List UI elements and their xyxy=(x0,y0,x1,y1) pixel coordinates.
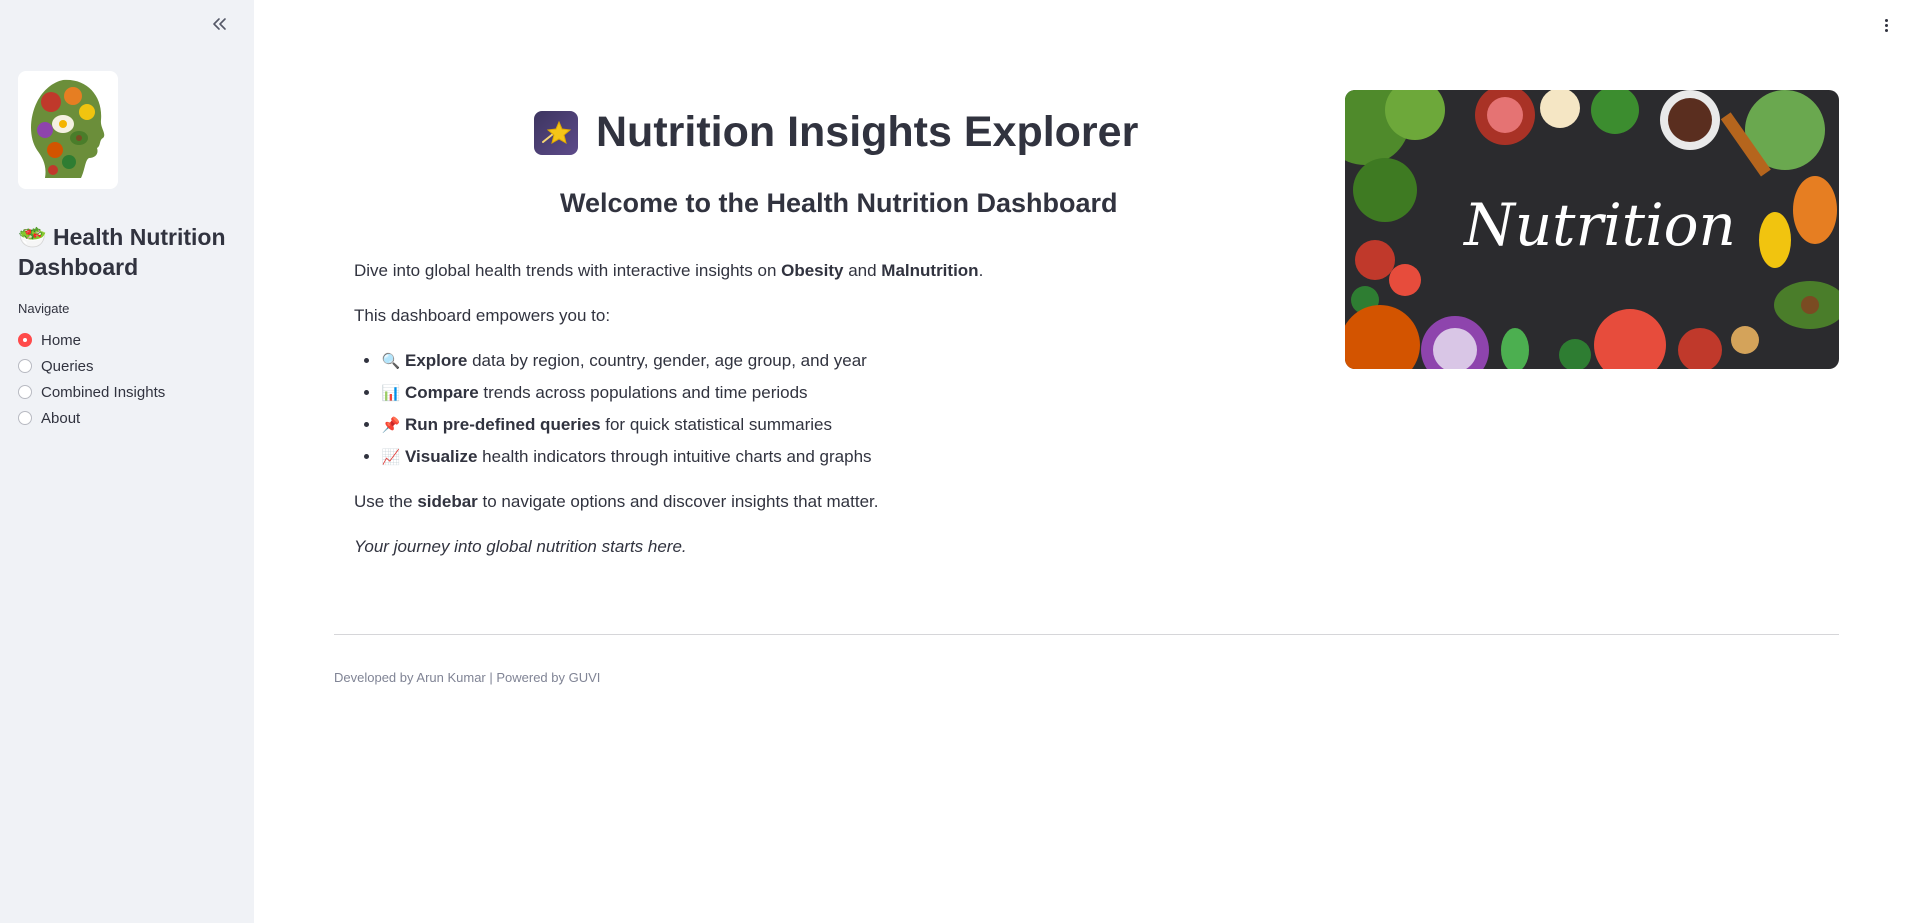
nav-item-label: Queries xyxy=(41,357,94,375)
nav-item-label: About xyxy=(41,409,81,427)
nav-item-combined-insights[interactable]: Combined Insights xyxy=(18,379,165,405)
feature-title: Run pre-defined queries xyxy=(405,415,601,434)
sidebar-hint-paragraph: Use the sidebar to navigate options and … xyxy=(354,489,1034,515)
trend-chart-icon: 📈 xyxy=(381,448,401,466)
footer-credit: Developed by Arun Kumar | Powered by GUV… xyxy=(334,670,601,685)
list-item: 📈Visualize health indicators through int… xyxy=(381,444,1034,470)
empower-paragraph: This dashboard empowers you to: xyxy=(354,306,611,325)
closing-paragraph: Your journey into global nutrition start… xyxy=(354,534,1034,560)
feature-title: Visualize xyxy=(405,447,478,466)
nav-item-queries[interactable]: Queries xyxy=(18,353,165,379)
navigation-radio-group: Home Queries Combined Insights About xyxy=(18,327,165,431)
list-item: 🔍Explore data by region, country, gender… xyxy=(381,348,1034,374)
kebab-dot-icon xyxy=(1884,23,1888,27)
feature-title: Explore xyxy=(405,351,468,370)
sidebar-logo xyxy=(18,71,118,189)
nav-item-label: Combined Insights xyxy=(41,383,166,401)
app-root: 🥗 Health Nutrition Dashboard Navigate Ho… xyxy=(0,0,1909,923)
page-title-text: Nutrition Insights Explorer xyxy=(596,108,1139,156)
collapse-sidebar-button[interactable] xyxy=(208,13,230,35)
nav-item-home[interactable]: Home xyxy=(18,327,165,353)
obesity-highlight: Obesity xyxy=(781,261,844,280)
pushpin-icon: 📌 xyxy=(381,416,401,434)
nav-item-label: Home xyxy=(41,331,82,349)
intro-text: and xyxy=(843,261,882,280)
feature-title: Compare xyxy=(405,383,479,402)
intro-text: Dive into global health trends with inte… xyxy=(354,261,782,280)
vegetables-frame-image: Nutrition xyxy=(1345,90,1839,369)
double-chevron-left-icon xyxy=(213,18,226,30)
hint-text: Use the xyxy=(354,492,418,511)
radio-unselected-icon[interactable] xyxy=(18,411,32,425)
radio-selected-icon[interactable] xyxy=(18,333,32,347)
hint-text: to navigate options and discover insight… xyxy=(477,492,879,511)
feature-text: for quick statistical summaries xyxy=(600,415,832,434)
malnutrition-highlight: Malnutrition xyxy=(881,261,979,280)
feature-text: health indicators through intuitive char… xyxy=(477,447,872,466)
kebab-dot-icon xyxy=(1884,18,1888,22)
intro-content: Dive into global health trends with inte… xyxy=(354,258,1034,579)
sidebar-title: 🥗 Health Nutrition Dashboard xyxy=(18,224,226,280)
list-item: 📌Run pre-defined queries for quick stati… xyxy=(381,412,1034,438)
radio-unselected-icon[interactable] xyxy=(18,385,32,399)
page-title: Nutrition Insights Explorer xyxy=(534,108,1138,157)
food-head-logo-icon xyxy=(31,79,105,178)
intro-paragraph: Dive into global health trends with inte… xyxy=(354,258,1034,284)
feature-text: data by region, country, gender, age gro… xyxy=(467,351,867,370)
nutrition-banner-image: Nutrition xyxy=(1345,90,1839,369)
bar-chart-icon: 📊 xyxy=(381,384,401,402)
kebab-dot-icon xyxy=(1884,28,1888,32)
page-subtitle: Welcome to the Health Nutrition Dashboar… xyxy=(560,188,1118,218)
feature-list: 🔍Explore data by region, country, gender… xyxy=(354,348,1034,470)
radio-unselected-icon[interactable] xyxy=(18,359,32,373)
nav-item-about[interactable]: About xyxy=(18,405,165,431)
magnifier-icon: 🔍 xyxy=(381,352,401,370)
footer-divider xyxy=(334,634,1839,635)
banner-text: Nutrition xyxy=(1462,191,1736,259)
intro-text: . xyxy=(978,261,984,280)
navigate-label: Navigate xyxy=(18,301,70,316)
closing-text: Your journey into global nutrition start… xyxy=(354,537,687,556)
list-item: 📊Compare trends across populations and t… xyxy=(381,380,1034,406)
sidebar: 🥗 Health Nutrition Dashboard Navigate Ho… xyxy=(0,0,254,923)
main-menu-button[interactable] xyxy=(1880,14,1892,36)
feature-text: trends across populations and time perio… xyxy=(478,383,808,402)
shooting-star-icon xyxy=(534,110,578,155)
sidebar-highlight: sidebar xyxy=(417,492,478,511)
